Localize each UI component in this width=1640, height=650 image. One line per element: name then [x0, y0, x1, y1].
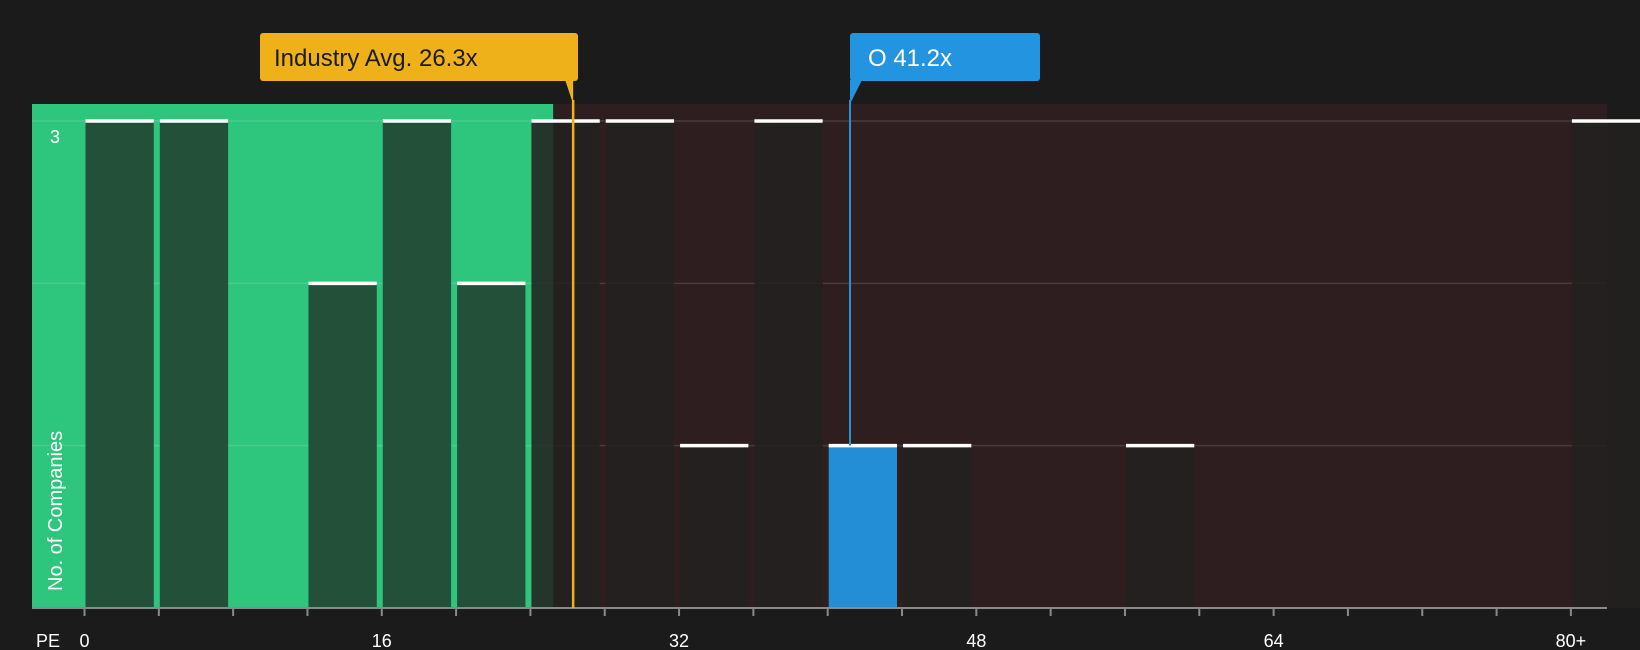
company-label: O 41.2x	[868, 45, 952, 72]
pe-distribution-chart: 0 16 32 48 64 80+ 3 No. of Companies PE Indus…	[32, 33, 1640, 650]
x-axis-title: PE	[36, 631, 60, 650]
histogram-bar	[1125, 445, 1195, 608]
y-tick-label: 3	[50, 127, 60, 147]
x-tick-label: 32	[669, 631, 689, 650]
histogram-bar	[680, 445, 749, 608]
histogram-bar	[828, 445, 898, 608]
industry-avg-label: Industry Avg. 26.3x	[274, 45, 478, 72]
histogram-bar	[159, 121, 229, 608]
histogram-bar	[457, 283, 526, 608]
histogram-bar	[605, 121, 675, 608]
histogram-bar	[531, 121, 600, 608]
histogram-bar	[382, 121, 452, 608]
x-tick-label: 0	[79, 631, 89, 650]
histogram-bar	[754, 121, 823, 608]
x-ticks: 0 16 32 48 64 80+	[79, 608, 1586, 650]
y-axis-title: No. of Companies	[45, 431, 67, 591]
histogram-bar	[85, 121, 154, 608]
company-pointer	[849, 80, 862, 104]
histogram-bar	[1571, 121, 1640, 608]
x-tick-label: 48	[966, 631, 986, 650]
x-tick-label: 80+	[1556, 631, 1587, 650]
histogram-bar	[903, 445, 972, 608]
x-tick-label: 16	[372, 631, 392, 650]
x-tick-label: 64	[1264, 631, 1284, 650]
histogram-bar	[308, 283, 377, 608]
